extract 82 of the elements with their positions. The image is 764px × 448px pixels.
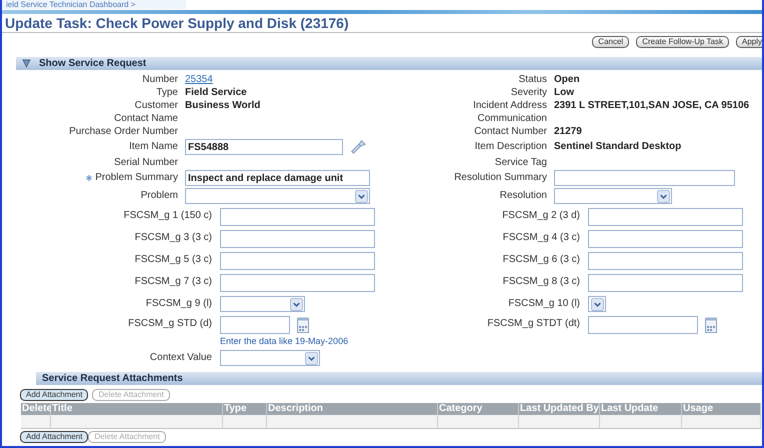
column-header[interactable]: Description [267, 403, 438, 415]
field-label: FSCSM_g 4 (3 c) [502, 232, 580, 244]
input-field[interactable] [588, 208, 743, 226]
flashlight-icon[interactable] [349, 138, 367, 156]
calendar-icon[interactable] [297, 317, 309, 333]
input-field[interactable] [220, 252, 375, 270]
field-label: Item Name [129, 141, 178, 153]
field-label: FSCSM_g 9 (l) [146, 298, 212, 310]
input-field[interactable] [588, 230, 743, 248]
field-label: Problem Summary [95, 172, 178, 184]
column-header[interactable]: Type [223, 403, 267, 415]
field-label: FSCSM_g 7 (3 c) [134, 276, 212, 288]
date-format-hint: Enter the data like 19-May-2006 [220, 335, 348, 347]
field-label: Purchase Order Number [69, 126, 178, 138]
field-label: Resolution Summary [454, 172, 547, 184]
field-label: Type [156, 86, 178, 98]
breadcrumb-link[interactable]: ield Service Technician Dashboard > [2, 0, 186, 9]
field-label: FSCSM_g STDT (dt) [487, 318, 580, 330]
field-label: Service Tag [494, 156, 547, 168]
field-value: Field Service [185, 86, 247, 98]
input-field[interactable] [220, 208, 375, 226]
field-value: Sentinel Standard Desktop [554, 141, 682, 153]
field-label: FSCSM_g 1 (150 c) [124, 210, 212, 222]
field-label: Communication [478, 112, 547, 124]
chevron-down-icon [355, 190, 368, 202]
date-field[interactable] [588, 316, 698, 334]
input-field[interactable] [588, 274, 743, 292]
field-label: Item Description [474, 141, 547, 153]
attachment-button[interactable]: Add Attachment [20, 389, 88, 401]
field-label: Severity [510, 86, 547, 98]
field-label: FSCSM_g 6 (3 c) [502, 254, 580, 266]
chevron-down-icon [591, 298, 604, 310]
field-label: Problem [140, 190, 178, 202]
action-button[interactable]: Apply [736, 36, 762, 48]
chevron-down-icon [290, 298, 303, 310]
field-label: FSCSM_g 2 (3 d) [502, 210, 580, 222]
calendar-icon[interactable] [705, 317, 717, 333]
section-title: Show Service Request [39, 58, 146, 70]
attachment-button[interactable]: Add Attachment [20, 431, 88, 443]
column-header[interactable]: Last Update [600, 403, 682, 415]
request-number-link[interactable]: 25354 [185, 74, 213, 86]
field-label: Serial Number [114, 156, 178, 168]
field-label: Incident Address [473, 100, 547, 112]
field-label: FSCSM_g 5 (3 c) [134, 254, 212, 266]
field-label: FSCSM_g 10 (l) [508, 298, 580, 310]
input-field[interactable] [220, 274, 375, 292]
disclosure-icon[interactable] [22, 59, 31, 68]
table-cell [21, 415, 51, 429]
chevron-down-icon [305, 352, 318, 364]
field-label: Contact Number [474, 126, 547, 138]
table-cell [223, 415, 267, 429]
field-label: Contact Name [114, 112, 178, 124]
column-header[interactable]: Category [438, 403, 519, 415]
field-value: Business World [185, 100, 260, 112]
action-button[interactable]: Create Follow-Up Task [636, 36, 729, 48]
field-value: 21279 [554, 126, 582, 138]
field-label: Resolution [500, 190, 547, 202]
page-title: Update Task: Check Power Supply and Disk (23176) [2, 14, 762, 33]
date-field[interactable] [220, 316, 290, 334]
column-header[interactable]: Usage [682, 403, 761, 415]
dropdown[interactable] [588, 296, 606, 312]
field-value: 2391 L STREET,101,SAN JOSE, CA 95106 [554, 100, 750, 112]
column-header[interactable]: Last Updated By [519, 403, 600, 415]
field-label: Customer [134, 100, 178, 112]
input-field[interactable] [220, 230, 375, 248]
chevron-down-icon [657, 190, 670, 202]
field-value: Open [554, 74, 580, 86]
field-label: Status [518, 74, 547, 86]
column-header[interactable]: Delete [21, 403, 51, 415]
section-title: Service Request Attachments [42, 372, 183, 384]
action-button[interactable]: Cancel [592, 36, 630, 48]
field-label: FSCSM_g 8 (3 c) [502, 276, 580, 288]
input-field[interactable]: FS54888 [185, 139, 343, 155]
column-header[interactable]: Title [51, 403, 223, 415]
field-value: Low [554, 86, 574, 98]
input-field[interactable] [554, 170, 735, 186]
input-field[interactable]: Inspect and replace damage unit [185, 170, 370, 186]
field-label: Context Value [150, 352, 212, 364]
input-field[interactable] [588, 252, 743, 270]
field-label: Number [142, 74, 178, 86]
field-label: FSCSM_g 3 (3 c) [134, 232, 212, 244]
field-label: FSCSM_g STD (d) [128, 318, 212, 330]
